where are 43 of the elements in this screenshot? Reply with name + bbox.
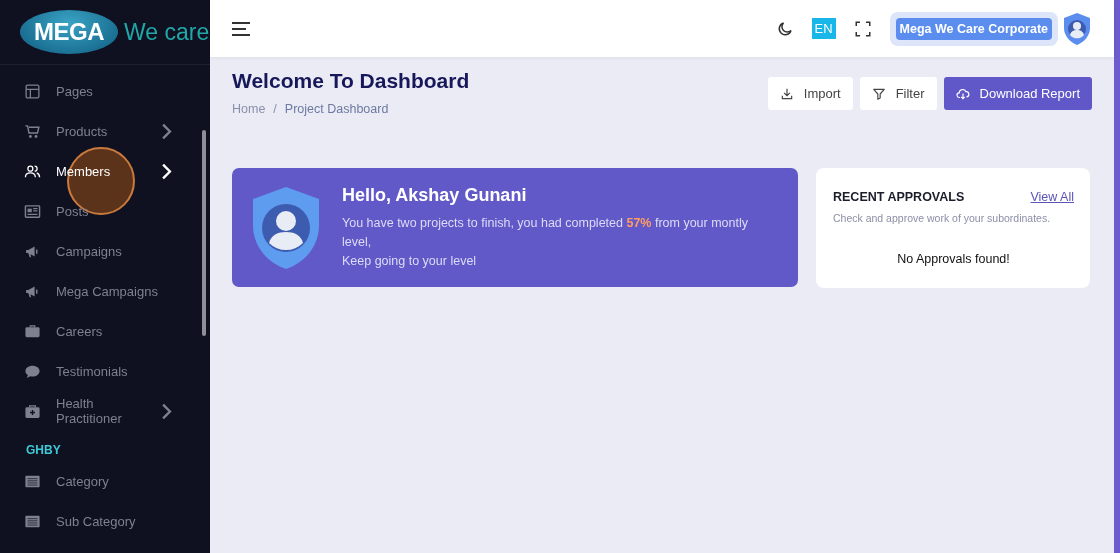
cart-icon [24,122,41,140]
logo-badge: MEGA [20,10,118,54]
download-button[interactable]: Download Report [943,77,1092,110]
cloud-download-icon [955,86,970,101]
logo-tagline: We care [124,18,210,46]
page-title: Welcome To Dashboard [232,69,470,93]
filter-button[interactable]: Filter [859,77,937,110]
logo[interactable]: MEGA We care [0,0,210,65]
section-heading: GHBY [25,442,62,459]
user-shield-icon [252,185,320,270]
news-icon [24,202,41,220]
menu-icon[interactable] [232,21,250,36]
medkit-icon [24,402,41,420]
download-icon [779,86,794,101]
briefcase-icon [24,322,41,340]
greeting: Hello, Akshay Gunani [342,184,528,206]
import-button[interactable]: Import [767,77,853,110]
fullscreen-icon[interactable] [853,19,872,38]
sidebar-item[interactable]: Category [0,461,210,501]
sidebar-item[interactable]: Testimonials [0,351,210,391]
breadcrumb-link[interactable]: Home [232,102,266,116]
layout-icon [24,82,41,100]
sidebar-item[interactable]: Products [0,111,210,151]
welcome-message: You have two projects to finish, you had completed 57% from your montly level, [342,214,750,251]
card-subtitle: Check and approve work of your subordinates. [833,212,1052,224]
sidebar-item[interactable]: Members [0,151,210,191]
avatar-icon[interactable] [1062,11,1092,46]
empty-message: No Approvals found! [896,252,1011,266]
card-title: RECENT APPROVALS [833,190,965,204]
breadcrumb-separator: / [273,102,277,116]
sidebar-item[interactable]: Sub Category [0,501,210,541]
sidebar-item[interactable]: Mega Campaigns [0,271,210,311]
breadcrumb-current: Project Dashboard [284,102,389,116]
filter-icon [871,86,886,101]
sidebar-item[interactable]: Posts [0,191,210,231]
view-all-link[interactable]: View All [1030,190,1074,204]
account-button[interactable]: Mega We Care Corporate [889,11,1058,46]
sidebar-item[interactable]: Health Practitioner [0,391,210,431]
sidebar-item[interactable]: Pages [0,71,210,111]
sidebar-item[interactable]: Careers [0,311,210,351]
scrollbar[interactable] [202,130,206,336]
welcome-message: Keep going to your level [342,252,478,270]
sidebar-item[interactable]: Campaigns [0,231,210,271]
